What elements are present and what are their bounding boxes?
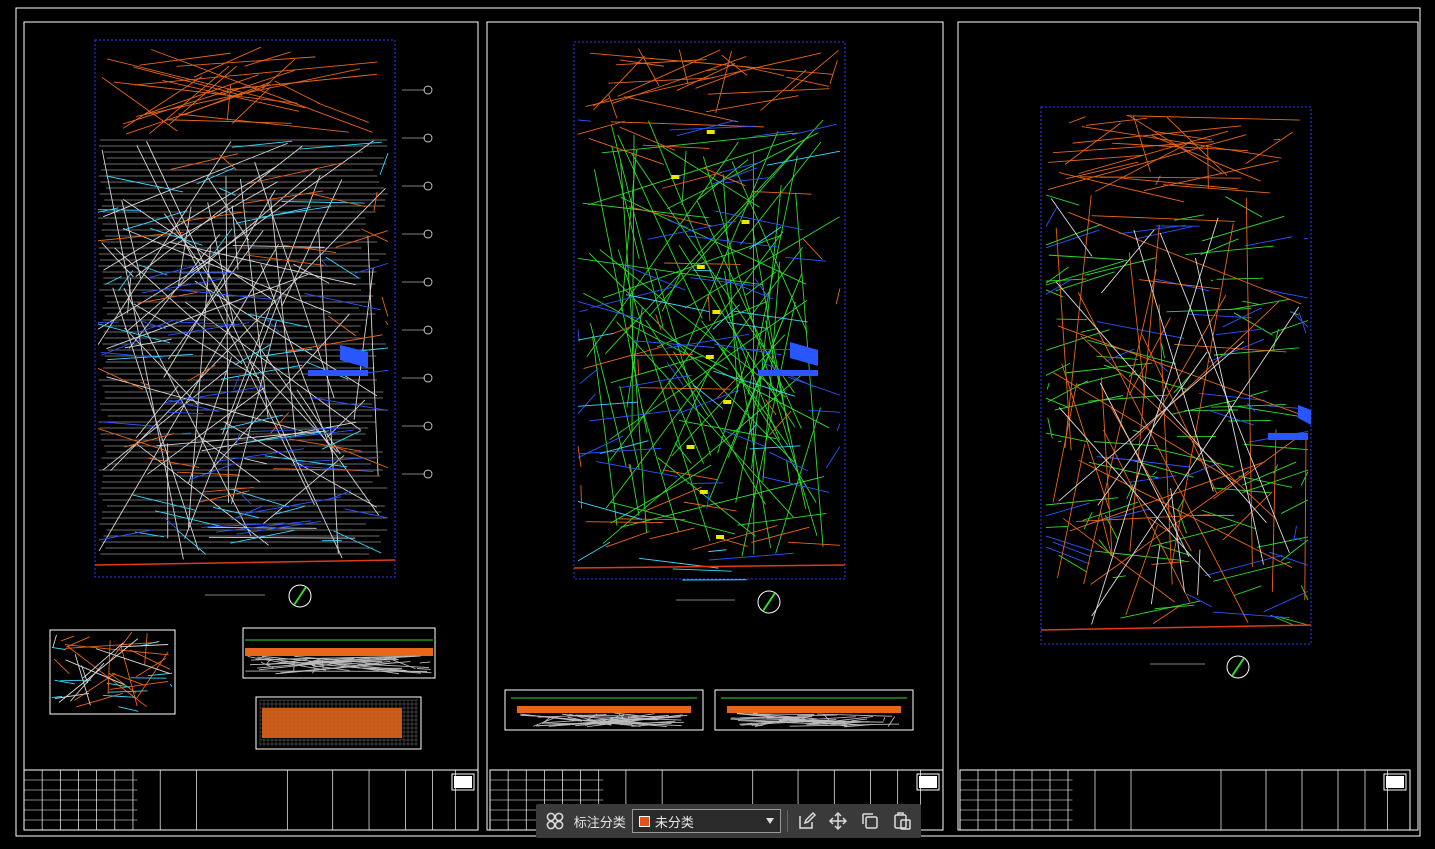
callout-icon: [423, 85, 433, 95]
callout-icon: [423, 373, 433, 383]
cad-drawing-canvas[interactable]: [0, 0, 1435, 849]
callout-icon: [423, 181, 433, 191]
group-icon[interactable]: [542, 808, 568, 834]
copy-icon[interactable]: [857, 808, 883, 834]
callout-icon: [423, 421, 433, 431]
move-icon[interactable]: [826, 808, 852, 834]
callout-icon: [423, 325, 433, 335]
callout-icon: [423, 469, 433, 479]
annotate-edit-icon[interactable]: [794, 808, 820, 834]
category-select[interactable]: 未分类: [631, 809, 781, 833]
category-color-swatch: [638, 815, 650, 827]
title-logo: [454, 776, 472, 788]
callout-icon: [423, 277, 433, 287]
chevron-down-icon: [765, 818, 774, 824]
category-select-value: 未分类: [654, 814, 694, 830]
title-logo: [919, 776, 937, 788]
callout-icon: [423, 229, 433, 239]
paste-icon[interactable]: [889, 808, 915, 834]
annotation-toolbar: 标注分类 未分类: [536, 804, 921, 838]
callout-icon: [423, 133, 433, 143]
sheet-3-viewport: [1040, 106, 1312, 645]
title-logo: [1386, 776, 1404, 788]
category-label: 标注分类: [573, 814, 626, 830]
toolbar-divider: [786, 810, 788, 832]
